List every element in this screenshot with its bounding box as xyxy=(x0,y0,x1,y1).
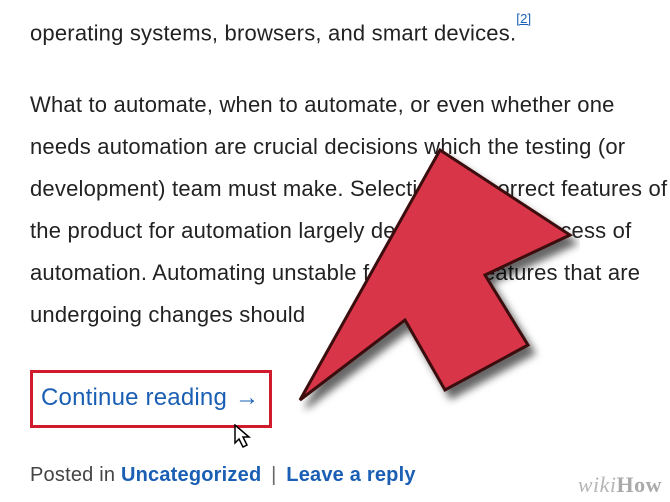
watermark-how: How xyxy=(617,472,663,497)
paragraph-1-text: operating systems, browsers, and smart d… xyxy=(30,20,516,45)
watermark-wiki: wiki xyxy=(578,472,617,497)
category-link[interactable]: Uncategorized xyxy=(121,464,261,486)
wikihow-watermark: wikiHow xyxy=(578,472,662,498)
paragraph-1-tail: operating systems, browsers, and smart d… xyxy=(30,0,670,54)
meta-separator: | xyxy=(271,464,276,486)
continue-reading-label: Continue reading xyxy=(41,377,227,419)
paragraph-2: What to automate, when to automate, or e… xyxy=(30,84,670,336)
leave-reply-link[interactable]: Leave a reply xyxy=(286,464,415,486)
post-meta: Posted in Uncategorized | Leave a reply xyxy=(30,454,670,496)
arrow-right-icon: → xyxy=(235,377,259,419)
reference-2-link[interactable]: [2] xyxy=(516,11,531,26)
posted-in-label: Posted in xyxy=(30,464,121,486)
continue-reading-link[interactable]: Continue reading → xyxy=(41,377,259,419)
continue-reading-highlight: Continue reading → xyxy=(30,370,272,428)
